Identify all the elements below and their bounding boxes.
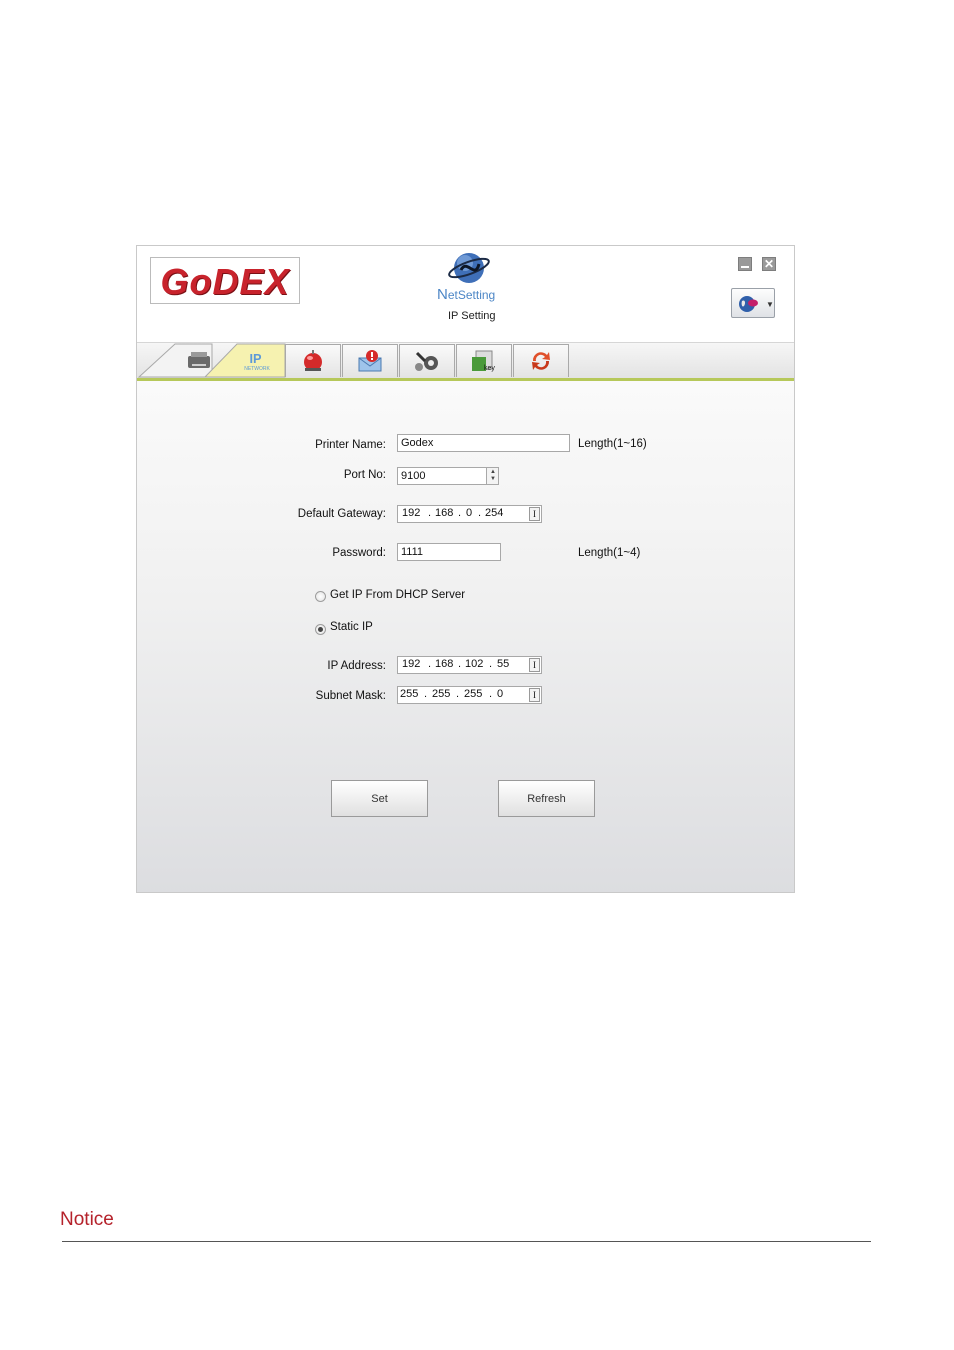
- dhcp-radio-label[interactable]: Get IP From DHCP Server: [330, 589, 465, 601]
- godex-logo: GoDEX: [150, 257, 300, 304]
- port-stepper[interactable]: ▲ ▼: [486, 467, 499, 485]
- tab-strip: IP NETWORK key: [137, 343, 794, 381]
- printer-name-input[interactable]: [397, 434, 570, 452]
- subnet-mask-label: Subnet Mask:: [315, 690, 386, 702]
- tab-tools[interactable]: [399, 344, 455, 377]
- dhcp-radio[interactable]: [315, 591, 326, 602]
- subnet-mask-field[interactable]: 255 . 255 . 255 . 0 I: [397, 686, 542, 704]
- port-input[interactable]: [397, 467, 487, 485]
- tab-ip-network[interactable]: IP NETWORK: [229, 344, 285, 377]
- window-header: GoDEX NetSetting IP Setting ✕ ▼: [137, 246, 794, 343]
- password-length-hint: Length(1~4): [578, 547, 641, 559]
- netsetting-title: NetSetting: [437, 286, 496, 303]
- tab-alarm[interactable]: [285, 344, 341, 377]
- netsetting-window: GoDEX NetSetting IP Setting ✕ ▼ IP NETWO…: [136, 245, 795, 893]
- language-button[interactable]: ▼: [731, 288, 775, 318]
- email-alert-icon: [358, 350, 382, 372]
- notice-heading: Notice: [60, 1209, 114, 1230]
- netsetting-globe-icon: [448, 253, 490, 283]
- password-label: Password:: [332, 547, 386, 559]
- tab-key-config[interactable]: key: [456, 344, 512, 377]
- stepper-down-icon[interactable]: ▼: [490, 476, 496, 482]
- password-input[interactable]: [397, 543, 501, 561]
- printer-name-length-hint: Length(1~16): [578, 438, 647, 450]
- static-ip-radio-label[interactable]: Static IP: [330, 621, 373, 633]
- svg-text:IP: IP: [250, 350, 263, 365]
- ip-address-label: IP Address:: [327, 660, 386, 672]
- page-subtitle: IP Setting: [448, 310, 496, 322]
- minimize-icon[interactable]: [738, 257, 752, 271]
- chevron-down-icon: ▼: [766, 300, 774, 309]
- key-config-icon: key: [472, 350, 495, 372]
- set-button[interactable]: Set: [331, 780, 428, 817]
- tab-refresh[interactable]: [513, 344, 569, 377]
- refresh-icon: [532, 352, 550, 370]
- close-icon[interactable]: ✕: [762, 257, 776, 271]
- ip-picker-icon[interactable]: I: [529, 688, 540, 702]
- ip-picker-icon[interactable]: I: [529, 658, 540, 672]
- tab-email-alert[interactable]: [342, 344, 398, 377]
- ip-picker-icon[interactable]: I: [529, 507, 540, 521]
- printer-icon: [188, 351, 210, 368]
- gateway-label: Default Gateway:: [297, 508, 386, 520]
- port-label: Port No:: [343, 469, 386, 481]
- alarm-bell-icon: [304, 350, 322, 371]
- brand-text: GoDEX: [160, 261, 290, 302]
- static-ip-radio[interactable]: [315, 624, 326, 635]
- refresh-button[interactable]: Refresh: [498, 780, 595, 817]
- stepper-up-icon[interactable]: ▲: [490, 469, 496, 475]
- tab-ip-caption: NETWORK: [244, 365, 270, 372]
- ip-address-field[interactable]: 192 . 168 . 102 . 55 I: [397, 656, 542, 674]
- tools-gear-icon: [415, 351, 438, 371]
- language-globe-icon: [739, 296, 758, 312]
- gateway-ip-field[interactable]: 192 . 168 . 0 . 254 I: [397, 505, 542, 523]
- tab-printer[interactable]: [171, 344, 227, 377]
- notice-divider: [62, 1241, 871, 1242]
- ip-setting-panel: Printer Name: Length(1~16) Port No: ▲ ▼ …: [137, 381, 794, 892]
- printer-name-label: Printer Name:: [315, 439, 386, 451]
- svg-text:key: key: [484, 365, 495, 372]
